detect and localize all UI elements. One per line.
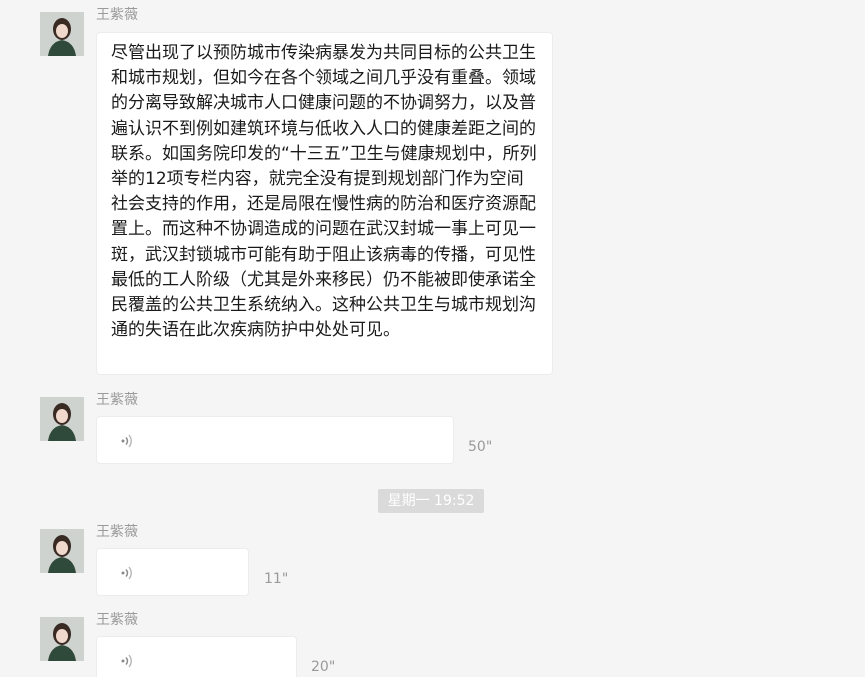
voice-duration: 11" <box>264 571 289 587</box>
avatar-photo-icon <box>40 12 84 56</box>
sender-name: 王紫薇 <box>96 524 138 540</box>
avatar[interactable] <box>40 12 84 56</box>
avatar-photo-icon <box>40 397 84 441</box>
message-text: 尽管出现了以预防城市传染病暴发为共同目标的公共卫生和城市规划，但如今在各个领域之… <box>111 43 537 341</box>
avatar[interactable] <box>40 617 84 661</box>
avatar[interactable] <box>40 529 84 573</box>
timestamp-divider: 星期一 19:52 <box>378 489 484 513</box>
voice-message-bubble[interactable] <box>96 636 297 677</box>
sender-name: 王紫薇 <box>96 7 138 23</box>
sender-name: 王紫薇 <box>96 392 138 408</box>
avatar[interactable] <box>40 397 84 441</box>
avatar-photo-icon <box>40 529 84 573</box>
voice-duration: 50" <box>468 439 493 455</box>
voice-wave-icon <box>117 431 137 451</box>
voice-wave-icon <box>117 563 137 583</box>
avatar-photo-icon <box>40 617 84 661</box>
voice-message-bubble[interactable] <box>96 416 454 464</box>
message-bubble-text[interactable]: 尽管出现了以预防城市传染病暴发为共同目标的公共卫生和城市规划，但如今在各个领域之… <box>96 32 553 375</box>
voice-wave-icon <box>117 651 137 671</box>
sender-name: 王紫薇 <box>96 612 138 628</box>
voice-message-bubble[interactable] <box>96 548 249 596</box>
voice-duration: 20" <box>311 659 336 675</box>
